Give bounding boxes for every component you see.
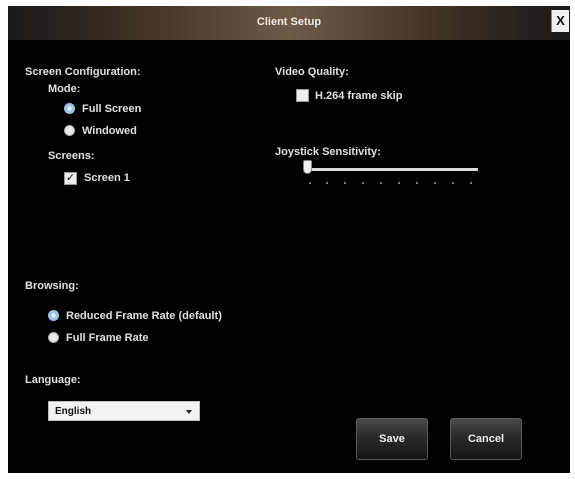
joystick-sensitivity-heading: Joystick Sensitivity:	[275, 146, 381, 158]
slider-tick	[434, 182, 436, 184]
chevron-down-icon	[186, 410, 192, 414]
mode-label: Mode:	[48, 83, 81, 95]
slider-tick	[416, 182, 418, 184]
client-setup-dialog: Client Setup X Screen Configuration: Mod…	[8, 6, 570, 473]
slider-tick	[452, 182, 454, 184]
cancel-button[interactable]: Cancel	[450, 418, 522, 460]
slider-tick	[362, 182, 364, 184]
full-frame-rate-label: Full Frame Rate	[66, 332, 149, 344]
full-screen-radio[interactable]	[64, 103, 75, 114]
screen-1-label: Screen 1	[84, 172, 130, 184]
reduced-frame-rate-radio[interactable]	[48, 310, 59, 321]
slider-tick	[380, 182, 382, 184]
full-screen-label: Full Screen	[82, 103, 142, 115]
language-selected-value: English	[55, 406, 92, 417]
frame-skip-label: H.264 frame skip	[315, 90, 403, 102]
slider-tick	[326, 182, 328, 184]
slider-thumb[interactable]	[303, 160, 312, 174]
full-frame-rate-radio[interactable]	[48, 332, 59, 343]
windowed-radio[interactable]	[64, 125, 75, 136]
dialog-title: Client Setup	[256, 16, 322, 28]
slider-tick	[344, 182, 346, 184]
browsing-heading: Browsing:	[25, 280, 79, 292]
windowed-label: Windowed	[82, 125, 137, 137]
slider-track[interactable]	[305, 168, 478, 171]
title-bar: Client Setup X	[8, 6, 570, 40]
language-dropdown[interactable]: English	[48, 401, 200, 421]
screens-label: Screens:	[48, 150, 95, 162]
close-button[interactable]: X	[551, 10, 569, 32]
screen-1-checkbox[interactable]: ✓	[64, 172, 77, 185]
frame-skip-checkbox[interactable]	[296, 89, 309, 102]
reduced-frame-rate-label: Reduced Frame Rate (default)	[66, 310, 222, 322]
slider-tick	[398, 182, 400, 184]
screen-configuration-heading: Screen Configuration:	[25, 66, 141, 78]
slider-tick	[470, 182, 472, 184]
video-quality-heading: Video Quality:	[275, 66, 349, 78]
language-heading: Language:	[25, 374, 81, 386]
save-button[interactable]: Save	[356, 418, 428, 460]
slider-tick	[309, 182, 311, 184]
